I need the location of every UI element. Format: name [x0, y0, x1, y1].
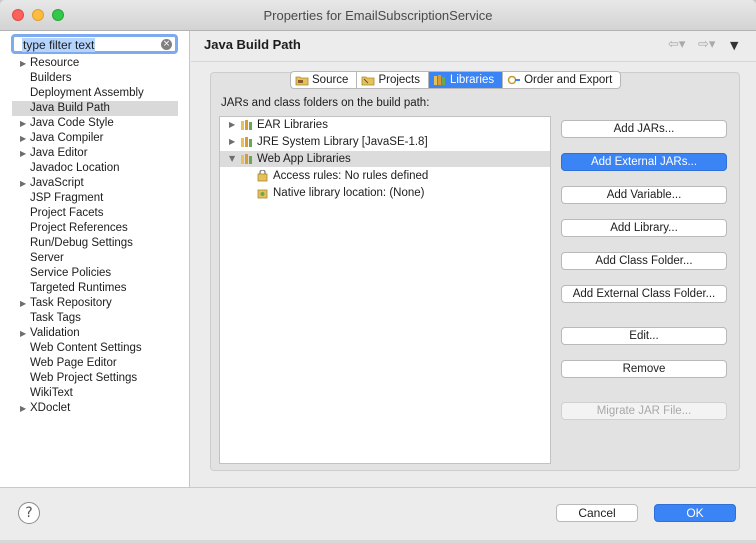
libraries-icon	[433, 74, 447, 86]
sidebar-item-task-tags[interactable]: Task Tags	[0, 311, 190, 326]
native-library-icon	[256, 187, 271, 199]
sidebar-item-web-project-settings[interactable]: Web Project Settings	[0, 371, 190, 386]
add-jars-button[interactable]: Add JARs...	[561, 120, 727, 138]
sidebar: type filter text × ▶ Resource Builders De…	[0, 31, 190, 487]
sidebar-item-javadoc-location[interactable]: Javadoc Location	[0, 161, 190, 176]
sidebar-item-wikitext[interactable]: WikiText	[0, 386, 190, 401]
sidebar-item-server[interactable]: Server	[0, 251, 190, 266]
expand-twisty-icon[interactable]: ▶	[20, 131, 28, 146]
expand-twisty-icon[interactable]: ▶	[20, 401, 28, 416]
source-folder-icon	[295, 74, 309, 86]
jar-entry-jre-system-library[interactable]: ▶ JRE System Library [JavaSE-1.8]	[220, 134, 550, 150]
jar-entry-ear-libraries[interactable]: ▶ EAR Libraries	[220, 117, 550, 133]
edit-button[interactable]: Edit...	[561, 327, 727, 345]
expand-twisty-icon[interactable]: ▶	[20, 146, 28, 161]
view-menu-icon[interactable]: ▼	[730, 39, 738, 52]
sidebar-item-builders[interactable]: Builders	[0, 71, 190, 86]
collapse-twisty-icon[interactable]: ▼	[229, 151, 235, 167]
build-path-tabs: Source Projects Libraries Order and Expo…	[290, 71, 622, 89]
sidebar-item-task-repository[interactable]: ▶ Task Repository	[0, 296, 190, 311]
expand-twisty-icon[interactable]: ▶	[20, 56, 28, 71]
window-title: Properties for EmailSubscriptionService	[263, 8, 493, 23]
header-divider	[191, 61, 756, 62]
ok-button[interactable]: OK	[654, 504, 736, 522]
sidebar-item-java-editor[interactable]: ▶ Java Editor	[0, 146, 190, 161]
add-library-button[interactable]: Add Library...	[561, 219, 727, 237]
sidebar-item-deployment-assembly[interactable]: Deployment Assembly	[0, 86, 190, 101]
sidebar-item-run-debug-settings[interactable]: Run/Debug Settings	[0, 236, 190, 251]
add-variable-button[interactable]: Add Variable...	[561, 186, 727, 204]
sidebar-item-java-code-style[interactable]: ▶ Java Code Style	[0, 116, 190, 131]
expand-twisty-icon[interactable]: ▶	[20, 116, 28, 131]
jar-entry-access-rules[interactable]: Access rules: No rules defined	[220, 168, 550, 184]
clear-filter-icon[interactable]: ×	[161, 39, 172, 50]
page-title: Java Build Path	[204, 37, 301, 52]
sidebar-item-jsp-fragment[interactable]: JSP Fragment	[0, 191, 190, 206]
migrate-jar-button: Migrate JAR File...	[561, 402, 727, 420]
expand-twisty-icon[interactable]: ▶	[229, 117, 235, 133]
sidebar-item-targeted-runtimes[interactable]: Targeted Runtimes	[0, 281, 190, 296]
tab-source[interactable]: Source	[291, 72, 358, 88]
add-external-jars-button[interactable]: Add External JARs...	[561, 153, 727, 171]
expand-twisty-icon[interactable]: ▶	[20, 296, 28, 311]
sidebar-item-xdoclet[interactable]: ▶ XDoclet	[0, 401, 190, 416]
filter-input[interactable]: type filter text ×	[11, 34, 178, 54]
access-rules-icon	[256, 169, 271, 182]
cancel-button[interactable]: Cancel	[556, 504, 638, 522]
add-class-folder-button[interactable]: Add Class Folder...	[561, 252, 727, 270]
footer-divider	[0, 487, 756, 488]
sidebar-item-project-references[interactable]: Project References	[0, 221, 190, 236]
tab-libraries[interactable]: Libraries	[428, 72, 504, 88]
properties-dialog: Properties for EmailSubscriptionService …	[0, 0, 756, 540]
expand-twisty-icon[interactable]: ▶	[229, 134, 235, 150]
jar-entry-web-app-libraries[interactable]: ▼ Web App Libraries	[220, 151, 550, 167]
help-icon[interactable]: ?	[18, 502, 40, 524]
remove-button[interactable]: Remove	[561, 360, 727, 378]
forward-arrow-icon[interactable]: ⇨▾	[698, 37, 715, 52]
sidebar-item-project-facets[interactable]: Project Facets	[0, 206, 190, 221]
sidebar-item-resource[interactable]: ▶ Resource	[0, 56, 190, 71]
jars-list-label: JARs and class folders on the build path…	[221, 97, 430, 109]
sidebar-item-validation[interactable]: ▶ Validation	[0, 326, 190, 341]
sidebar-item-service-policies[interactable]: Service Policies	[0, 266, 190, 281]
jar-entry-native-library-location[interactable]: Native library location: (None)	[220, 185, 550, 201]
expand-twisty-icon[interactable]: ▶	[20, 326, 28, 341]
order-export-icon	[507, 74, 521, 86]
tab-projects[interactable]: Projects	[357, 72, 429, 88]
filter-input-text[interactable]: type filter text	[22, 38, 96, 52]
sidebar-item-web-page-editor[interactable]: Web Page Editor	[0, 356, 190, 371]
sidebar-item-javascript[interactable]: ▶ JavaScript	[0, 176, 190, 191]
library-icon	[240, 136, 255, 148]
title-bar: Properties for EmailSubscriptionService	[0, 0, 756, 31]
sidebar-item-java-build-path[interactable]: Java Build Path	[12, 101, 178, 116]
expand-twisty-icon[interactable]: ▶	[20, 176, 28, 191]
build-path-entries-tree[interactable]: ▶ EAR Libraries ▶ JRE System Library [Ja…	[219, 116, 551, 464]
tab-order-and-export[interactable]: Order and Export	[503, 72, 620, 88]
library-icon	[240, 119, 255, 131]
add-external-class-folder-button[interactable]: Add External Class Folder...	[561, 285, 727, 303]
back-arrow-icon[interactable]: ⇦▾	[668, 37, 685, 52]
projects-folder-icon	[361, 74, 375, 86]
property-page-tree: ▶ Resource Builders Deployment Assembly J…	[0, 56, 190, 416]
sidebar-item-web-content-settings[interactable]: Web Content Settings	[0, 341, 190, 356]
sidebar-item-java-compiler[interactable]: ▶ Java Compiler	[0, 131, 190, 146]
library-icon	[240, 153, 255, 165]
